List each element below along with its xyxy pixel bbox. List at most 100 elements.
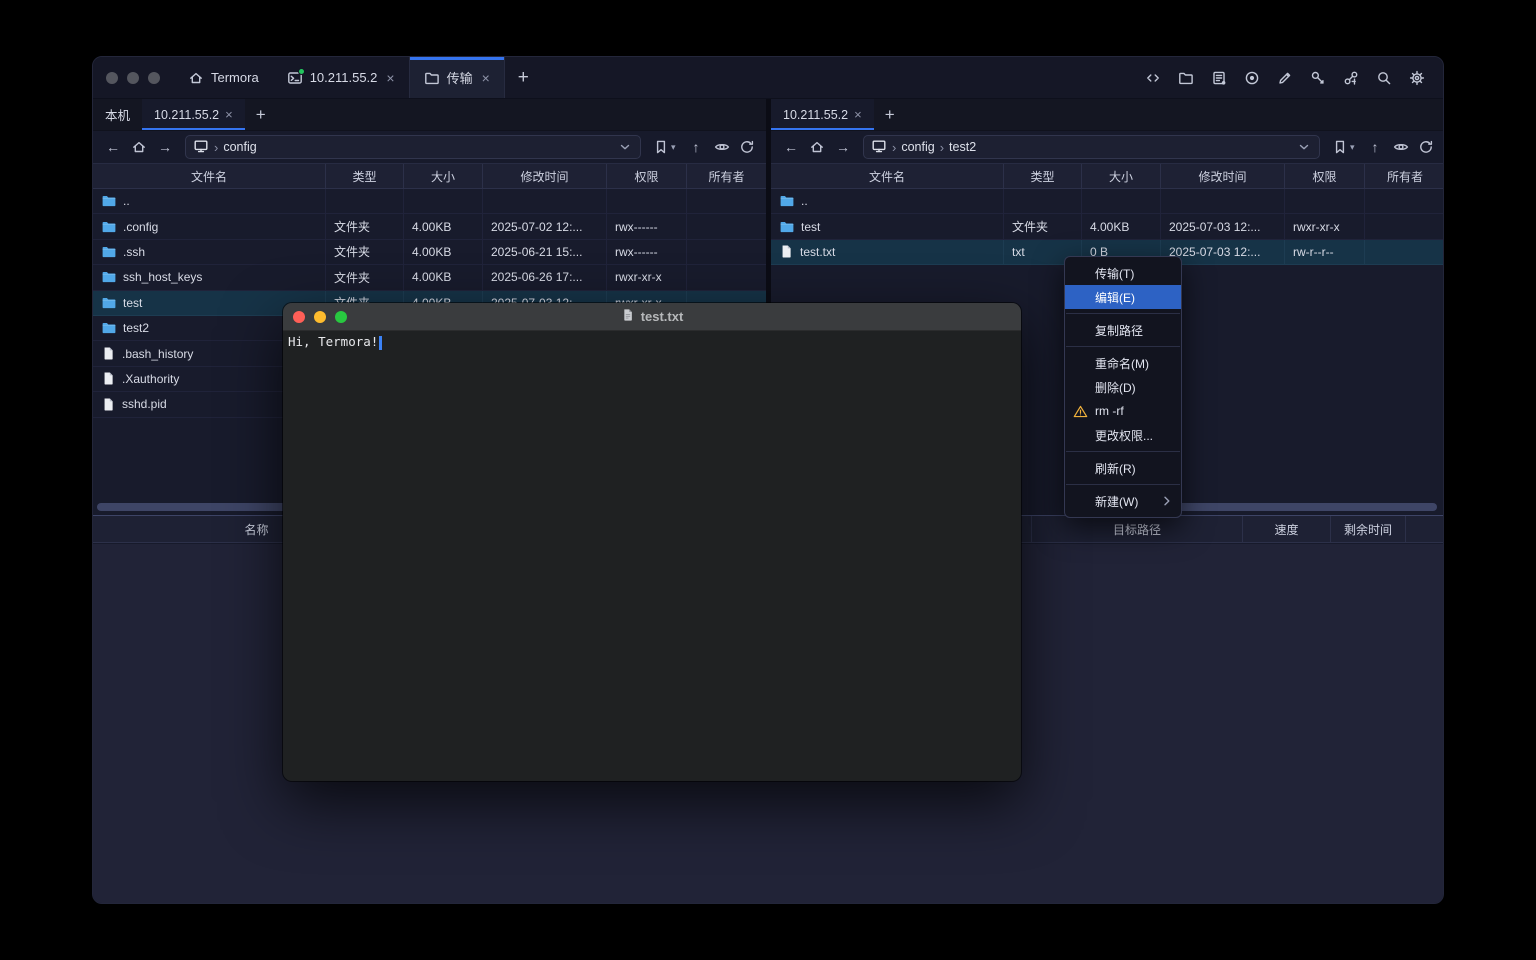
home-icon[interactable] bbox=[128, 139, 150, 155]
file-mtime: 2025-06-21 15:... bbox=[491, 245, 582, 259]
upload-icon[interactable]: ↑ bbox=[685, 139, 707, 155]
column-header-3[interactable]: 修改时间 bbox=[1161, 164, 1285, 188]
bookmark-caret-icon[interactable]: ▾ bbox=[671, 142, 681, 153]
menu-item-1[interactable]: 编辑(E) bbox=[1065, 285, 1181, 309]
menu-item-7[interactable]: rm -rf bbox=[1065, 399, 1181, 423]
file-size: 4.00KB bbox=[412, 245, 451, 259]
bookmark-caret-icon[interactable]: ▾ bbox=[1350, 142, 1360, 153]
warning-icon bbox=[1065, 404, 1095, 419]
menu-item-0[interactable]: 传输(T) bbox=[1065, 261, 1181, 285]
menu-item-12[interactable]: 新建(W) bbox=[1065, 489, 1181, 513]
column-header-2[interactable]: 大小 bbox=[404, 164, 483, 188]
titlebar-tab-transfer[interactable]: 传输× bbox=[409, 57, 505, 98]
file-type: 文件夹 bbox=[334, 269, 370, 286]
crumb-segment[interactable]: config bbox=[223, 140, 256, 154]
panel-tab-0[interactable]: 本机 bbox=[93, 99, 142, 130]
editor-title: test.txt bbox=[641, 309, 684, 324]
log-icon[interactable] bbox=[1207, 66, 1231, 90]
path-input[interactable]: ›config›test2 bbox=[863, 135, 1320, 159]
minimize-button[interactable] bbox=[127, 72, 139, 84]
gear-icon[interactable] bbox=[1405, 66, 1429, 90]
column-header-5[interactable]: 所有者 bbox=[687, 164, 766, 188]
column-header-2[interactable]: 大小 bbox=[1082, 164, 1161, 188]
bookmark-icon[interactable] bbox=[650, 139, 671, 155]
file-row[interactable]: .ssh文件夹4.00KB2025-06-21 15:...rwx------ bbox=[93, 240, 766, 265]
bookmark-icon[interactable] bbox=[1329, 139, 1350, 155]
transfer-col-target[interactable]: 目标路径 bbox=[1032, 516, 1243, 542]
column-header-3[interactable]: 修改时间 bbox=[483, 164, 607, 188]
record-icon[interactable] bbox=[1240, 66, 1264, 90]
path-bar: ← → ›config ▾ ↑ bbox=[93, 131, 766, 163]
menu-item-6[interactable]: 删除(D) bbox=[1065, 375, 1181, 399]
zoom-button[interactable] bbox=[148, 72, 160, 84]
file-icon bbox=[101, 346, 116, 361]
home-icon[interactable] bbox=[806, 139, 828, 155]
file-row[interactable]: .. bbox=[771, 189, 1444, 214]
close-button[interactable] bbox=[106, 72, 118, 84]
new-tab-button[interactable]: + bbox=[505, 57, 542, 98]
menu-item-3[interactable]: 复制路径 bbox=[1065, 318, 1181, 342]
show-hidden-icon[interactable] bbox=[1390, 139, 1411, 155]
close-tab-icon[interactable]: × bbox=[225, 107, 233, 122]
transfer-col-speed[interactable]: 速度 bbox=[1243, 516, 1331, 542]
transfer-col-eta[interactable]: 剩余时间 bbox=[1331, 516, 1406, 542]
file-row[interactable]: ssh_host_keys文件夹4.00KB2025-06-26 17:...r… bbox=[93, 265, 766, 290]
column-header-4[interactable]: 权限 bbox=[607, 164, 687, 188]
chevron-down-icon[interactable] bbox=[617, 139, 633, 155]
chevron-down-icon[interactable] bbox=[1296, 139, 1312, 155]
path-input[interactable]: ›config bbox=[185, 135, 641, 159]
column-header-0[interactable]: 文件名 bbox=[93, 164, 326, 188]
menu-item-5[interactable]: 重命名(M) bbox=[1065, 351, 1181, 375]
panel-tab-0[interactable]: 10.211.55.2× bbox=[771, 99, 874, 130]
close-tab-icon[interactable]: × bbox=[386, 70, 394, 86]
path-bar: ← → ›config›test2 ▾ ↑ bbox=[771, 131, 1444, 163]
code-icon[interactable] bbox=[1141, 66, 1165, 90]
back-icon[interactable]: ← bbox=[102, 139, 124, 155]
panel-tab-bar: 10.211.55.2×+ bbox=[771, 99, 1444, 131]
search-icon[interactable] bbox=[1372, 66, 1396, 90]
upload-icon[interactable]: ↑ bbox=[1364, 139, 1386, 155]
file-name: .. bbox=[801, 194, 808, 208]
folder-icon[interactable] bbox=[1174, 66, 1198, 90]
editor-close-button[interactable] bbox=[293, 311, 305, 323]
new-panel-tab-button[interactable]: + bbox=[874, 99, 906, 130]
column-header-4[interactable]: 权限 bbox=[1285, 164, 1365, 188]
key-icon[interactable] bbox=[1306, 66, 1330, 90]
file-mtime: 2025-07-03 12:... bbox=[1169, 220, 1260, 234]
crumb-segment[interactable]: test2 bbox=[949, 140, 976, 154]
column-header-1[interactable]: 类型 bbox=[1004, 164, 1082, 188]
column-header-5[interactable]: 所有者 bbox=[1365, 164, 1444, 188]
crumb-separator: › bbox=[892, 140, 896, 155]
show-hidden-icon[interactable] bbox=[711, 139, 732, 155]
back-icon[interactable]: ← bbox=[780, 139, 802, 155]
file-row[interactable]: .. bbox=[93, 189, 766, 214]
pencil-icon[interactable] bbox=[1273, 66, 1297, 90]
column-header-0[interactable]: 文件名 bbox=[771, 164, 1004, 188]
keychain-icon[interactable] bbox=[1339, 66, 1363, 90]
menu-item-10[interactable]: 刷新(R) bbox=[1065, 456, 1181, 480]
refresh-icon[interactable] bbox=[736, 139, 757, 155]
forward-icon[interactable]: → bbox=[154, 139, 176, 155]
editor-zoom-button[interactable] bbox=[335, 311, 347, 323]
column-header-1[interactable]: 类型 bbox=[326, 164, 404, 188]
file-row[interactable]: test文件夹4.00KB2025-07-03 12:...rwxr-xr-x bbox=[771, 214, 1444, 239]
menu-item-8[interactable]: 更改权限... bbox=[1065, 423, 1181, 447]
folder-icon bbox=[101, 193, 117, 209]
file-name: test.txt bbox=[800, 245, 835, 259]
editor-minimize-button[interactable] bbox=[314, 311, 326, 323]
file-row[interactable]: .config文件夹4.00KB2025-07-02 12:...rwx----… bbox=[93, 214, 766, 239]
titlebar-tab-termora[interactable]: Termora bbox=[174, 57, 273, 98]
close-tab-icon[interactable]: × bbox=[854, 107, 862, 122]
close-tab-icon[interactable]: × bbox=[482, 70, 490, 86]
panel-tab-1[interactable]: 10.211.55.2× bbox=[142, 99, 245, 130]
forward-icon[interactable]: → bbox=[832, 139, 854, 155]
titlebar-tab-session[interactable]: 10.211.55.2× bbox=[273, 57, 409, 98]
new-panel-tab-button[interactable]: + bbox=[245, 99, 277, 130]
refresh-icon[interactable] bbox=[1415, 139, 1436, 155]
file-table-header: 文件名类型大小修改时间权限所有者 bbox=[93, 163, 766, 189]
editor-content[interactable]: Hi, Termora! bbox=[283, 331, 1021, 353]
crumb-segment[interactable]: config bbox=[901, 140, 934, 154]
file-mtime: 2025-06-26 17:... bbox=[491, 270, 582, 284]
editor-titlebar[interactable]: test.txt bbox=[283, 303, 1021, 331]
breadcrumb: ›config›test2 bbox=[892, 140, 976, 155]
